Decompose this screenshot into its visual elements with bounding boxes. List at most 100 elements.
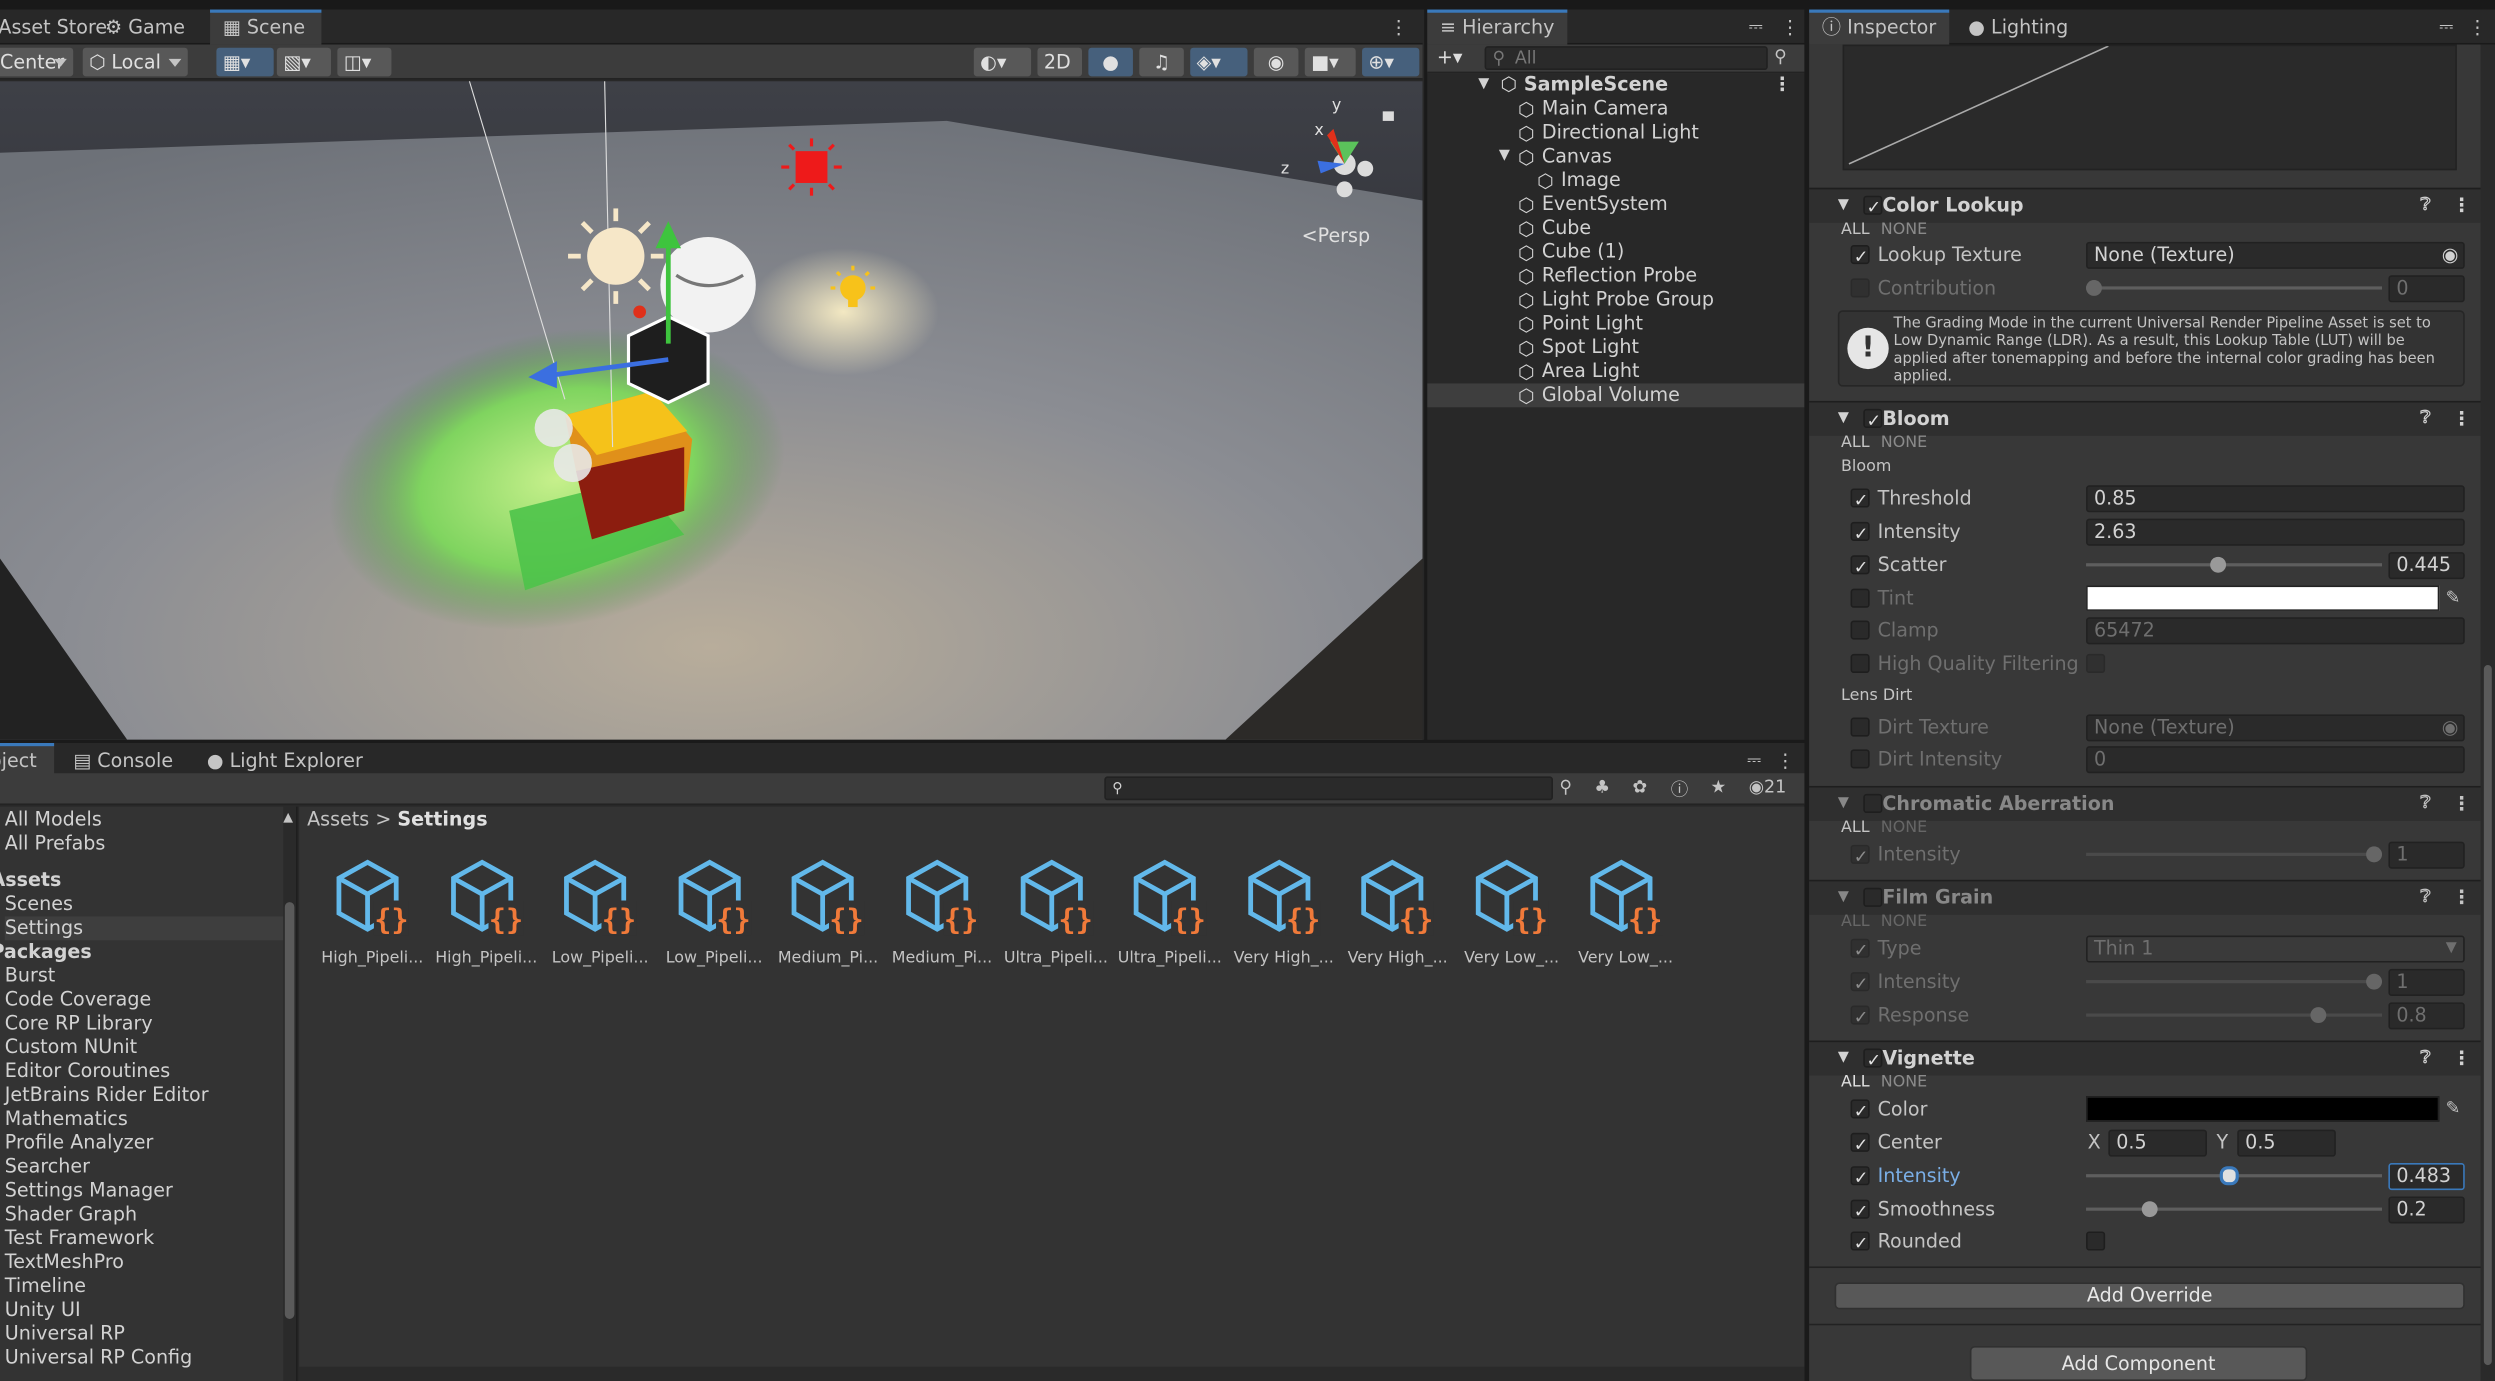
asset-item[interactable]: {} Low_Pipeli... xyxy=(658,856,769,983)
breadcrumb-settings[interactable]: Settings xyxy=(397,808,487,830)
none-button[interactable]: NONE xyxy=(1881,913,1927,931)
tree-folder[interactable]: Universal RP xyxy=(5,1322,125,1346)
effects-toggle[interactable]: ◈▾ xyxy=(1190,47,1248,77)
chromatic-enabled-checkbox[interactable] xyxy=(1863,793,1883,814)
tint-checkbox[interactable] xyxy=(1850,588,1870,608)
center-x-field[interactable]: 0.5 xyxy=(2108,1129,2207,1157)
bloom-intensity-field[interactable]: 2.63 xyxy=(2086,518,2465,546)
scene-viewport[interactable]: y x z <Persp xyxy=(0,81,1423,740)
vignette-header[interactable]: ▼ Vignette ❔︎ ⋮ xyxy=(1809,1040,2481,1077)
scatter-field[interactable]: 0.445 xyxy=(2388,552,2465,580)
contribution-field[interactable]: 0 xyxy=(2388,275,2465,303)
hierarchy-item[interactable]: ⬡ Directional Light xyxy=(1427,121,1804,145)
asset-item[interactable]: {} Medium_Pi... xyxy=(886,856,997,983)
tree-folder[interactable]: Timeline xyxy=(5,1274,86,1298)
bloom-enabled-checkbox[interactable] xyxy=(1863,406,1883,438)
help-icon[interactable]: ❔︎ xyxy=(2420,788,2431,820)
tree-folder[interactable]: Editor Coroutines xyxy=(5,1060,170,1084)
tree-folder[interactable]: Burst xyxy=(5,964,55,988)
lighting-toggle[interactable]: ● xyxy=(1088,47,1133,77)
menu-icon[interactable]: ⋮ xyxy=(2452,189,2471,221)
tab-hierarchy[interactable]: ≡ Hierarchy xyxy=(1427,9,1568,45)
threshold-checkbox[interactable] xyxy=(1850,485,1870,517)
project-search-input[interactable]: ⚲ xyxy=(1104,776,1554,801)
color-checkbox[interactable] xyxy=(1850,1096,1870,1128)
response-slider[interactable] xyxy=(2086,1007,2383,1024)
tree-folder[interactable]: JetBrains Rider Editor xyxy=(5,1083,209,1107)
tree-folder[interactable]: Core RP Library xyxy=(5,1012,153,1036)
hierarchy-item[interactable]: ⬡ Main Camera xyxy=(1427,97,1804,121)
menu-icon[interactable]: ⋮ xyxy=(2452,881,2471,913)
contribution-checkbox[interactable] xyxy=(1850,278,1870,298)
scrollbar-thumb[interactable] xyxy=(284,902,295,1319)
type-dropdown[interactable]: Thin 1 ▼ xyxy=(2086,935,2465,963)
chromatic-aberration-header[interactable]: ▼ Chromatic Aberration ❔︎ ⋮ xyxy=(1809,785,2481,821)
add-object-button[interactable]: +▾ xyxy=(1437,46,1463,68)
color-lookup-enabled-checkbox[interactable] xyxy=(1863,193,1883,224)
project-menu-icon[interactable]: ⋮ xyxy=(1776,749,1795,771)
slider-knob[interactable] xyxy=(2086,280,2102,296)
bloom-header[interactable]: ▼ Bloom ❔︎ ⋮ xyxy=(1809,400,2481,438)
inspector-scrollbar[interactable] xyxy=(2480,44,2495,1381)
hierarchy-search-input[interactable]: ⚲ All xyxy=(1484,46,1768,71)
asset-item[interactable]: {} High_Pipeli... xyxy=(431,856,542,983)
type-checkbox[interactable] xyxy=(1850,936,1870,967)
scatter-slider[interactable] xyxy=(2086,556,2383,573)
eyedropper-icon[interactable]: ✎ xyxy=(2446,1093,2461,1125)
scene-menu-icon[interactable]: ⋮ xyxy=(1773,73,1792,97)
rounded-override-checkbox[interactable] xyxy=(1850,1228,1870,1260)
vignette-enabled-checkbox[interactable] xyxy=(1863,1045,1883,1077)
dirt-intensity-checkbox[interactable] xyxy=(1850,749,1870,769)
2d-toggle[interactable]: 2D xyxy=(1037,47,1083,77)
film-grain-intensity-checkbox[interactable] xyxy=(1850,969,1870,1001)
tree-folder[interactable]: All Models xyxy=(5,808,102,832)
tree-folder[interactable]: Test Framework xyxy=(5,1227,154,1251)
filter-by-type-icon[interactable]: ♣ xyxy=(1594,776,1610,797)
tab-inspector[interactable]: ⓘ Inspector xyxy=(1809,9,1950,45)
dirt-texture-field[interactable]: None (Texture) ◉ xyxy=(2086,714,2465,742)
none-button[interactable]: NONE xyxy=(1881,221,1927,239)
all-button[interactable]: ALL xyxy=(1841,221,1870,239)
lock-icon[interactable]: ⎓ xyxy=(2439,16,2453,38)
space-dropdown[interactable]: ⬡ Local xyxy=(82,47,188,77)
response-field[interactable]: 0.8 xyxy=(2388,1002,2465,1030)
hierarchy-item[interactable]: ⬡ Image xyxy=(1427,169,1804,193)
lock-icon[interactable]: ⎓ xyxy=(1747,749,1761,771)
smoothness-field[interactable]: 0.2 xyxy=(2388,1196,2465,1224)
slider-knob[interactable] xyxy=(2142,1201,2158,1218)
tree-folder[interactable]: TextMeshPro xyxy=(5,1251,124,1275)
none-button[interactable]: NONE xyxy=(1881,819,1927,837)
dirt-intensity-field[interactable]: 0 xyxy=(2086,746,2465,774)
pivot-dropdown[interactable]: Center xyxy=(0,47,74,77)
hierarchy-item[interactable]: ⬡ Reflection Probe xyxy=(1427,264,1804,288)
chromatic-intensity-slider[interactable] xyxy=(2086,846,2383,863)
tree-folder[interactable]: Scenes xyxy=(5,893,73,917)
asset-item[interactable]: {} Low_Pipeli... xyxy=(544,856,655,983)
clamp-field[interactable]: 65472 xyxy=(2086,617,2465,645)
lookup-texture-checkbox[interactable] xyxy=(1850,242,1870,274)
asset-item[interactable]: {} Very High_... xyxy=(1342,856,1453,983)
hierarchy-item[interactable]: ⬡ Cube (1) xyxy=(1427,240,1804,264)
search-by-type-icon[interactable]: ⚲ xyxy=(1774,46,1787,67)
vignette-intensity-slider[interactable] xyxy=(2086,1166,2383,1186)
color-lookup-header[interactable]: ▼ Color Lookup ❔︎ ⋮ xyxy=(1809,187,2481,224)
hierarchy-menu-icon[interactable]: ⋮ xyxy=(1781,16,1800,38)
help-icon[interactable]: ❔︎ xyxy=(2420,189,2431,221)
tree-folder[interactable]: Mathematics xyxy=(5,1107,128,1131)
scene-menu-icon[interactable]: ⋮ xyxy=(1389,16,1408,38)
tree-section-header[interactable]: Packages xyxy=(0,940,92,964)
tree-folder[interactable]: Universal RP Config xyxy=(5,1346,192,1370)
tree-section-header[interactable]: Assets xyxy=(0,869,61,893)
help-icon[interactable]: ❔︎ xyxy=(2420,403,2431,435)
lock-icon[interactable]: ⎓ xyxy=(1749,16,1763,38)
camera-button[interactable]: ■▾ xyxy=(1304,47,1356,77)
tree-folder[interactable]: Shader Graph xyxy=(5,1203,137,1227)
all-button[interactable]: ALL xyxy=(1841,819,1870,837)
smoothness-slider[interactable] xyxy=(2086,1201,2383,1218)
vignette-intensity-checkbox[interactable] xyxy=(1850,1163,1870,1195)
object-picker-icon[interactable]: ◉ xyxy=(2442,716,2459,740)
inspector-menu-icon[interactable]: ⋮ xyxy=(2468,16,2487,38)
favorite-star-icon[interactable]: ★ xyxy=(1711,776,1727,797)
increment-snap-button[interactable]: ▧▾ xyxy=(276,47,331,77)
all-button[interactable]: ALL xyxy=(1841,913,1870,931)
